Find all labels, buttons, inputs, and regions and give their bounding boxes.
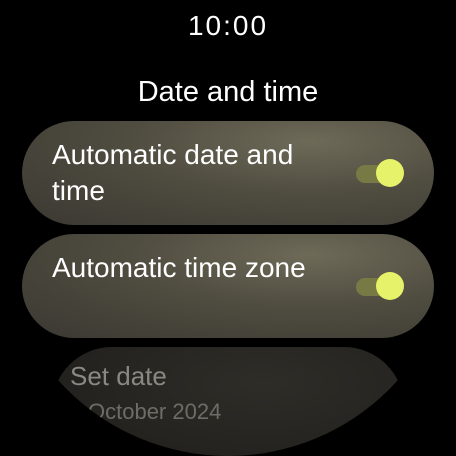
automatic-time-zone-toggle[interactable] [356, 272, 404, 300]
set-date-chip[interactable]: Set date October 2024 [52, 347, 404, 456]
toggle-thumb [376, 159, 404, 187]
automatic-date-time-chip[interactable]: Automatic date and time [22, 121, 434, 225]
automatic-date-time-toggle[interactable] [356, 159, 404, 187]
automatic-time-zone-label: Automatic time zone [52, 252, 306, 283]
set-date-value: October 2024 [88, 399, 222, 424]
automatic-time-zone-chip[interactable]: Automatic time zone [22, 234, 434, 338]
watch-screen: 10:00 Date and time Automatic date and t… [0, 0, 456, 456]
toggle-thumb [376, 272, 404, 300]
automatic-date-time-label: Automatic date and time [52, 139, 294, 206]
set-date-label: Set date [70, 361, 167, 391]
page-title: Date and time [137, 76, 319, 108]
status-time: 10:00 [187, 10, 269, 41]
